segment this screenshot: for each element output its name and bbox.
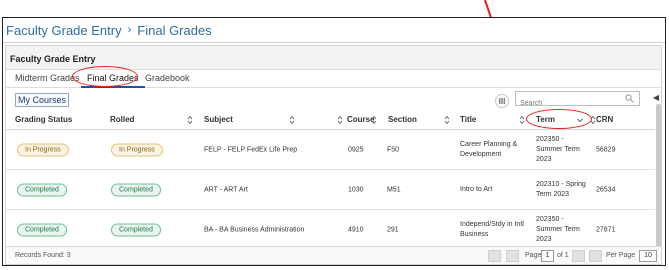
next-page-button[interactable] — [572, 250, 585, 262]
column-header-term[interactable]: Term — [536, 115, 555, 124]
status-badge: Completed — [17, 183, 67, 197]
cell-course: 4910 — [348, 226, 364, 234]
cell-subject: ART - ART Art — [204, 186, 248, 194]
search-icon[interactable] — [625, 94, 634, 103]
sort-icon[interactable] — [444, 115, 450, 125]
column-header-crn[interactable]: CRN — [596, 115, 613, 124]
column-selector-button[interactable] — [495, 94, 509, 108]
tab-midterm-grades[interactable]: Midterm Grades — [15, 73, 80, 83]
table-footer: Records Found: 3 Page 1 of 1 Per Page 10 — [6, 246, 661, 264]
column-header-subject[interactable]: Subject — [204, 115, 233, 124]
previous-page-button[interactable] — [506, 250, 519, 262]
sort-icon[interactable] — [337, 115, 343, 125]
breadcrumb-faculty-grade-entry[interactable]: Faculty Grade Entry — [6, 23, 122, 38]
page-count: of 1 — [557, 252, 569, 259]
sort-icon[interactable] — [187, 115, 193, 125]
sort-icon[interactable] — [289, 115, 295, 125]
last-page-button[interactable] — [589, 250, 602, 262]
chevron-down-icon[interactable] — [577, 115, 583, 125]
status-badge: In Progress — [17, 143, 69, 157]
cell-term: 202350 - Summer Term 2023 — [536, 216, 580, 243]
cell-subject: BA - BA Business Administration — [204, 226, 305, 234]
status-badge: Completed — [17, 223, 67, 237]
cell-term: 202350 - Summer Term 2023 — [536, 136, 580, 163]
grade-entry-panel: Faculty Grade Entry Midterm Grades Final… — [5, 45, 662, 265]
breadcrumb-separator-icon: › — [127, 24, 132, 36]
table-header: Grading Status Rolled Subject Course Sec… — [6, 110, 655, 130]
cell-crn: 26534 — [596, 186, 616, 194]
tab-final-grades[interactable]: Final Grades — [81, 73, 145, 88]
columns-icon — [499, 98, 506, 104]
cell-title: Independ/Stdy in Intl Business — [460, 221, 524, 238]
cell-section: 291 — [387, 226, 399, 234]
my-courses-button[interactable]: My Courses — [15, 93, 70, 107]
rolled-badge: In Progress — [111, 143, 163, 157]
per-page-input[interactable]: 10 — [639, 250, 657, 262]
table-row[interactable]: Completed Completed ART - ART Art 1030 M… — [6, 171, 655, 210]
column-header-grading-status[interactable]: Grading Status — [15, 115, 72, 124]
cell-subject: FELP - FELP FedEx Life Prep — [204, 146, 298, 154]
grade-entry-window: Faculty Grade Entry › Final Grades Facul… — [2, 17, 666, 266]
page-number-input[interactable]: 1 — [541, 250, 554, 262]
cell-course: 0925 — [348, 146, 364, 154]
rolled-badge: Completed — [111, 223, 161, 237]
panel-title: Faculty Grade Entry — [6, 46, 661, 70]
cell-title: Career Planning & Development — [460, 141, 518, 158]
table-row[interactable]: Completed Completed BA - BA Business Adm… — [6, 211, 655, 250]
search-input[interactable] — [516, 97, 620, 110]
sort-icon[interactable] — [371, 115, 377, 125]
cell-crn: 27871 — [596, 226, 616, 234]
cell-crn: 56829 — [596, 146, 616, 154]
cell-term: 202310 - Spring Term 2023 — [536, 181, 586, 198]
column-header-section[interactable]: Section — [388, 115, 417, 124]
cell-section: F50 — [387, 146, 400, 154]
rolled-badge: Completed — [111, 183, 161, 197]
vertical-scrollbar[interactable] — [656, 104, 661, 247]
sort-icon[interactable] — [519, 115, 525, 125]
column-header-title[interactable]: Title — [460, 115, 476, 124]
scroll-up-arrow-icon[interactable]: ◀ — [653, 93, 659, 102]
column-header-rolled[interactable]: Rolled — [110, 115, 134, 124]
page-label: Page — [525, 252, 542, 259]
breadcrumb-final-grades[interactable]: Final Grades — [137, 23, 211, 38]
cell-course: 1030 — [348, 186, 364, 194]
tab-bar: Midterm Grades Final Grades Gradebook — [6, 70, 661, 88]
breadcrumb-divider — [3, 42, 665, 43]
per-page-label: Per Page — [606, 252, 636, 259]
first-page-button[interactable] — [488, 250, 501, 262]
breadcrumb: Faculty Grade Entry › Final Grades — [6, 20, 212, 40]
cell-section: M51 — [387, 186, 401, 194]
records-found: Records Found: 3 — [15, 252, 71, 259]
search-box — [515, 91, 640, 110]
table-row[interactable]: In Progress In Progress FELP - FELP FedE… — [6, 131, 655, 170]
cell-title: Intro to Art — [460, 186, 493, 193]
tab-gradebook[interactable]: Gradebook — [145, 73, 190, 83]
